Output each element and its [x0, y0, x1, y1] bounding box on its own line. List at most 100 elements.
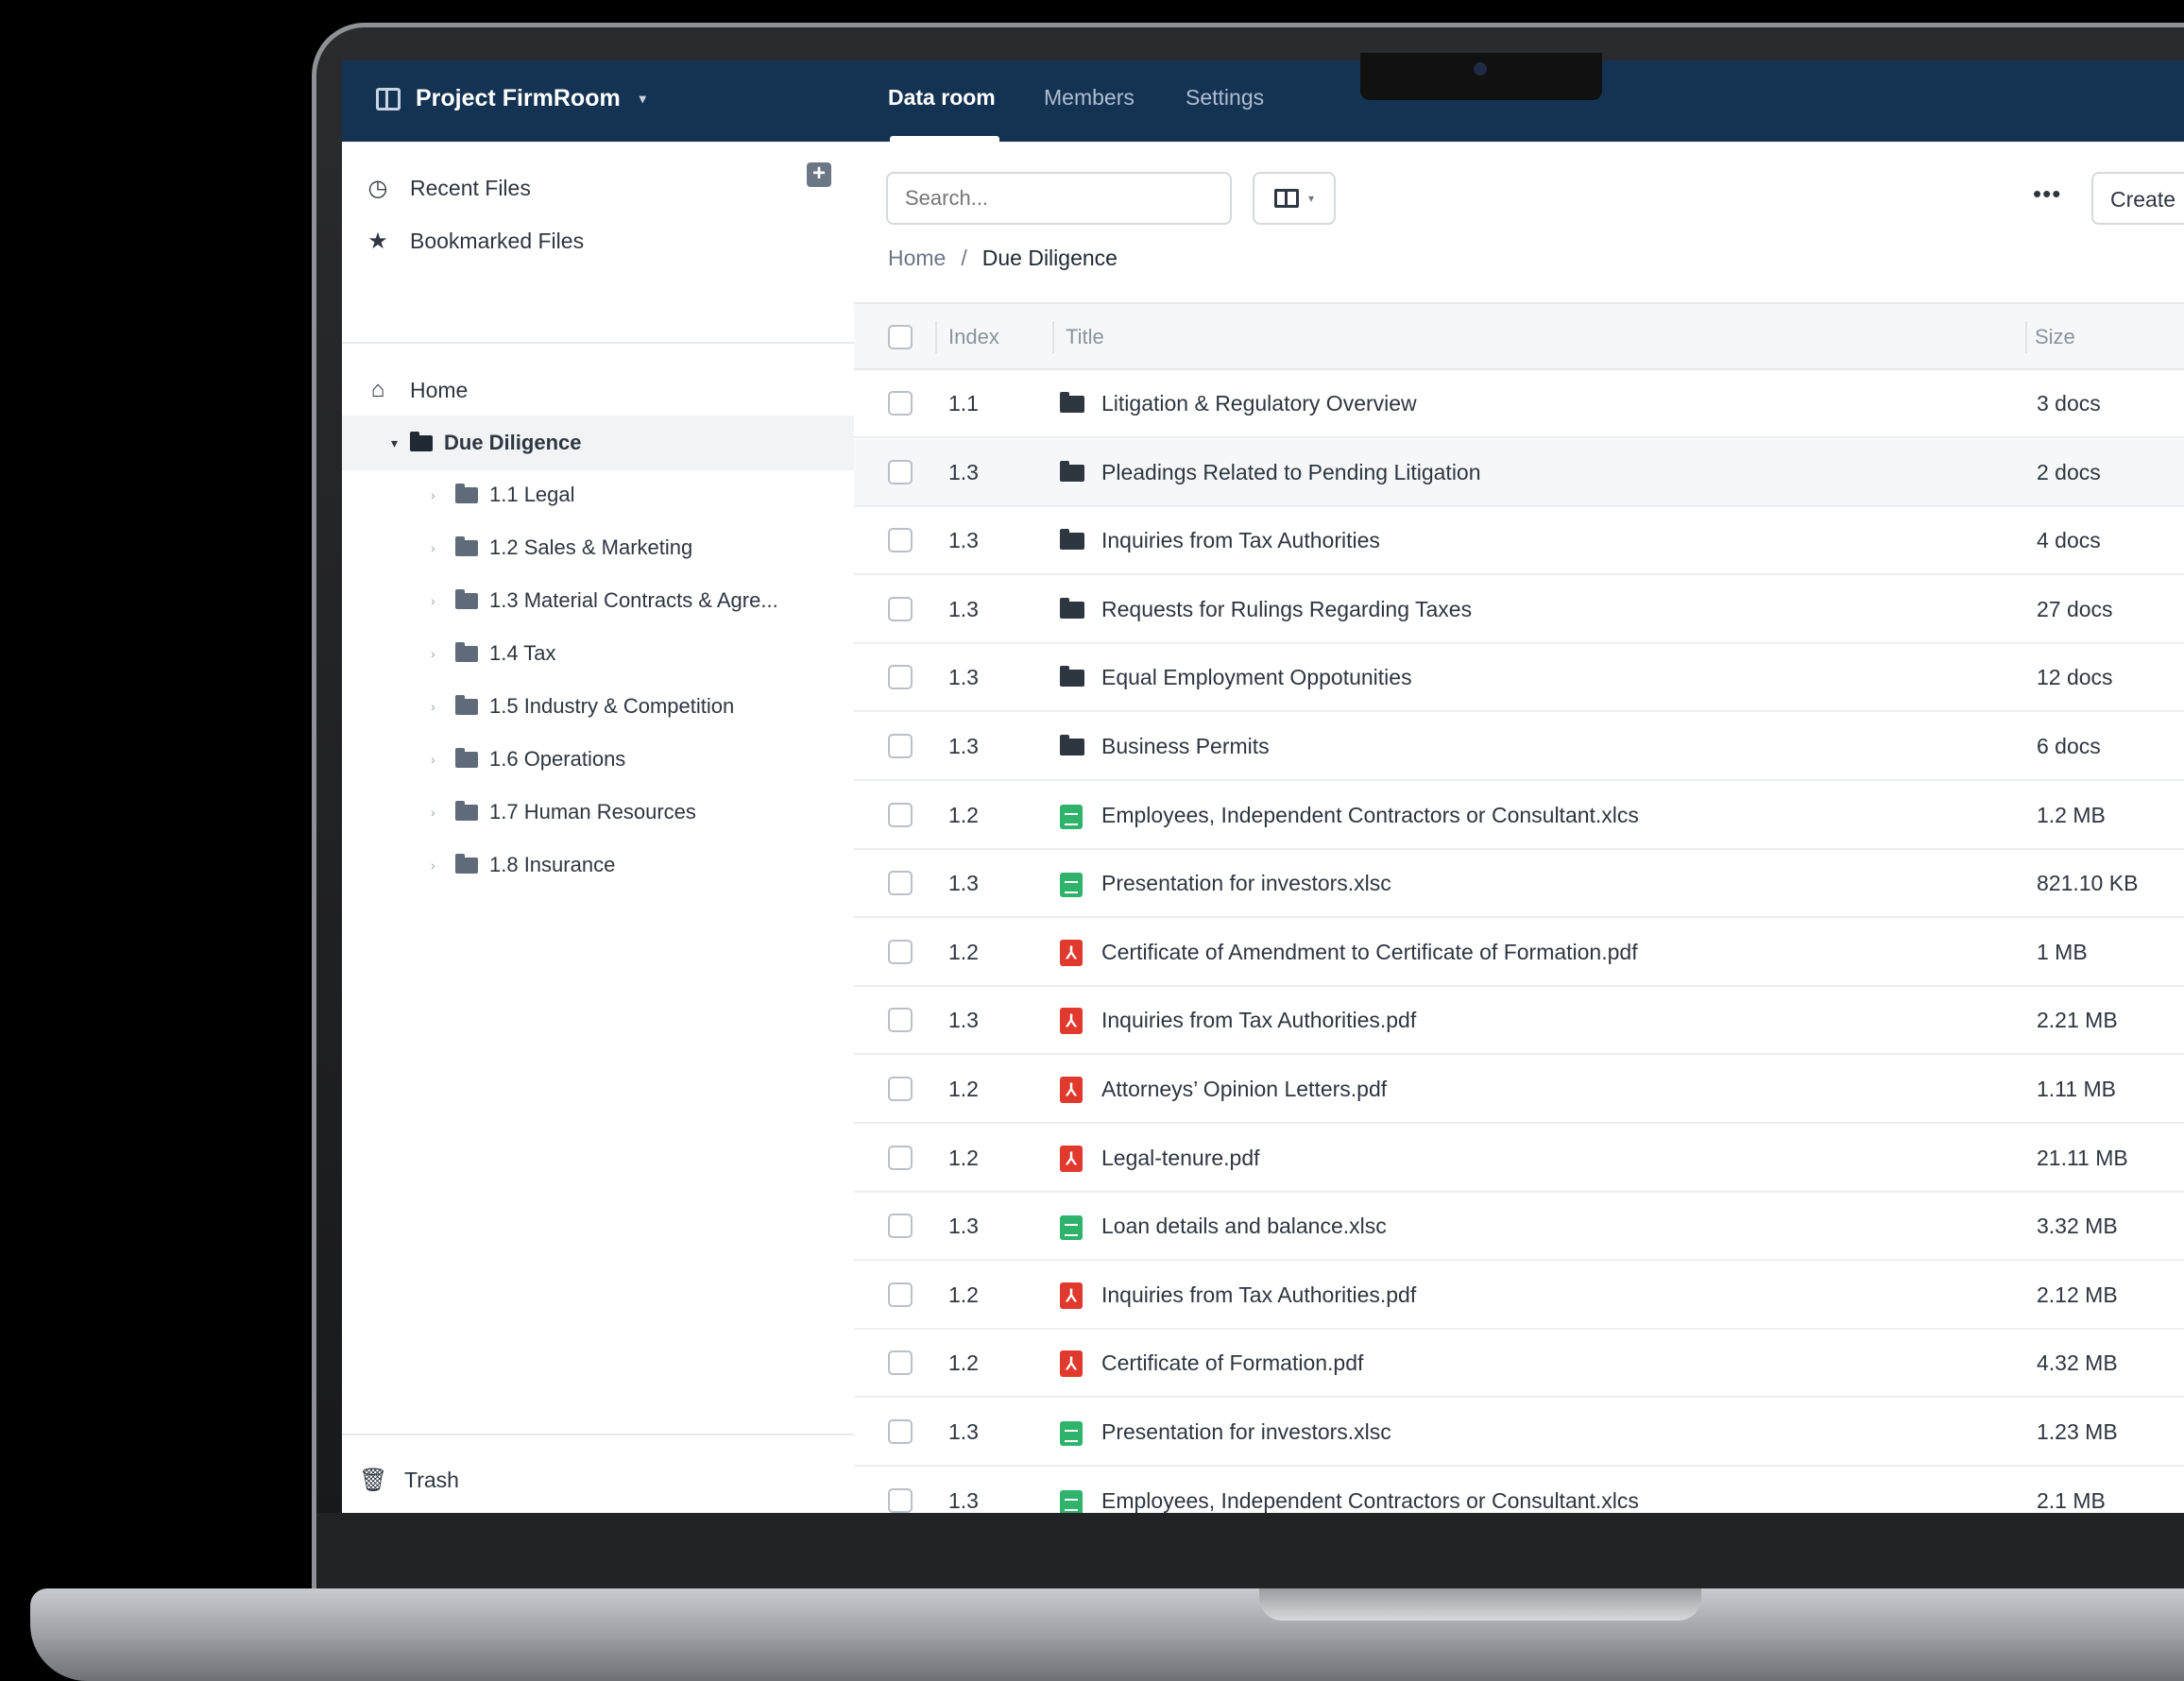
tree-item[interactable]: › 1.8 Insurance	[342, 840, 854, 890]
table-row[interactable]: 1.3 Presentation for investors.xlsc 821.10…	[854, 850, 2184, 919]
chevron-right-icon[interactable]: ›	[431, 593, 444, 608]
row-title[interactable]: Attorneys’ Opinion Letters.pdf	[1101, 1077, 1387, 1102]
trash-icon: 🗑	[359, 1467, 388, 1493]
tree-item[interactable]: › 1.7 Human Resources	[342, 788, 854, 837]
row-checkbox[interactable]	[888, 1350, 913, 1376]
table-row[interactable]: 1.1 Litigation & Regulatory Overview 3 doc…	[854, 370, 2184, 438]
chevron-right-icon[interactable]: ›	[431, 857, 444, 873]
row-checkbox[interactable]	[888, 871, 913, 896]
row-title[interactable]: Inquiries from Tax Authorities.pdf	[1101, 1282, 1416, 1308]
add-icon[interactable]: +	[807, 162, 831, 187]
sidebar-item-recent-files[interactable]: ◷ Recent Files	[342, 162, 854, 213]
row-checkbox[interactable]	[888, 1419, 913, 1444]
row-checkbox[interactable]	[888, 802, 913, 827]
folder-icon	[455, 694, 478, 715]
row-title[interactable]: Pleadings Related to Pending Litigation	[1101, 460, 1481, 485]
table-row[interactable]: 1.3 Loan details and balance.xlsc 3.32 MB	[854, 1193, 2184, 1262]
chevron-right-icon[interactable]: ›	[431, 487, 444, 502]
row-checkbox[interactable]	[888, 391, 913, 416]
tree-item-due-diligence[interactable]: ▾ Due Diligence	[342, 416, 854, 470]
chevron-right-icon[interactable]: ›	[431, 699, 444, 714]
row-size: 6 docs	[2037, 734, 2101, 758]
table-row[interactable]: 1.3 Employees, Independent Contractors or…	[854, 1468, 2184, 1513]
spreadsheet-icon	[1060, 804, 1083, 829]
table-row[interactable]: 1.2 ⅄ Legal-tenure.pdf 21.11 MB	[854, 1125, 2184, 1193]
row-title[interactable]: Loan details and balance.xlsc	[1101, 1214, 1387, 1239]
row-checkbox[interactable]	[888, 1077, 913, 1101]
row-checkbox[interactable]	[888, 459, 913, 484]
table-row[interactable]: 1.3 Inquiries from Tax Authorities 4 docs	[854, 507, 2184, 576]
tab-members[interactable]: Members	[1044, 85, 1135, 110]
chevron-right-icon[interactable]: ›	[431, 805, 444, 820]
row-title[interactable]: Business Permits	[1101, 734, 1270, 759]
sidebar-item-home[interactable]: ⌂ Home	[342, 365, 854, 416]
tree-item[interactable]: › 1.5 Industry & Competition	[342, 682, 854, 731]
table-row[interactable]: 1.3 Equal Employment Oppotunities 12 docs	[854, 644, 2184, 713]
tree-item[interactable]: › 1.6 Operations	[342, 735, 854, 784]
column-divider	[2025, 321, 2027, 353]
tab-data-room[interactable]: Data room	[888, 85, 996, 110]
column-header-index[interactable]: Index	[948, 325, 999, 349]
table-row[interactable]: 1.2 Employees, Independent Contractors or…	[854, 782, 2184, 850]
row-checkbox[interactable]	[888, 1145, 913, 1170]
tree-item[interactable]: › 1.3 Material Contracts & Agre...	[342, 576, 854, 625]
column-header-title[interactable]: Title	[1066, 325, 1104, 349]
pdf-icon: ⅄	[1060, 1350, 1083, 1378]
table-row[interactable]: 1.3 Pleadings Related to Pending Litigati…	[854, 438, 2184, 507]
table-row[interactable]: 1.2 ⅄ Certificate of Amendment to Certific…	[854, 919, 2184, 987]
row-checkbox[interactable]	[888, 1214, 913, 1239]
chevron-right-icon[interactable]: ›	[431, 646, 444, 661]
row-checkbox[interactable]	[888, 1282, 913, 1307]
select-all-checkbox[interactable]	[888, 325, 913, 349]
row-title[interactable]: Equal Employment Oppotunities	[1101, 665, 1412, 690]
sidebar-toggle-icon[interactable]	[376, 87, 401, 110]
row-title[interactable]: Presentation for investors.xlsc	[1101, 1419, 1391, 1445]
tree-item[interactable]: › 1.2 Sales & Marketing	[342, 523, 854, 572]
tree-item[interactable]: › 1.1 Legal	[342, 470, 854, 519]
table-row[interactable]: 1.2 ⅄ Attorneys’ Opinion Letters.pdf 1.11 M…	[854, 1056, 2184, 1124]
sidebar-item-trash[interactable]: 🗑 Trash	[342, 1454, 854, 1505]
chevron-down-icon: ▾	[639, 91, 646, 106]
row-index: 1.2	[948, 1350, 979, 1376]
row-checkbox[interactable]	[888, 939, 913, 964]
row-title[interactable]: Employees, Independent Contractors or Co…	[1101, 803, 1639, 828]
row-checkbox[interactable]	[888, 1008, 913, 1033]
table-row[interactable]: 1.3 Business Permits 6 docs	[854, 713, 2184, 781]
row-title[interactable]: Employees, Independent Contractors or Co…	[1101, 1488, 1639, 1513]
view-toggle-button[interactable]: ▾	[1253, 172, 1336, 225]
chevron-right-icon[interactable]: ›	[431, 540, 444, 555]
sidebar-item-bookmarked-files[interactable]: ★ Bookmarked Files	[342, 215, 854, 266]
create-button[interactable]: Create	[2091, 172, 2184, 225]
row-checkbox[interactable]	[888, 665, 913, 690]
more-options-icon[interactable]: •••	[2033, 179, 2061, 209]
search-input[interactable]	[886, 172, 1232, 225]
row-checkbox[interactable]	[888, 734, 913, 758]
table-row[interactable]: 1.3 Presentation for investors.xlsc 1.23 M…	[854, 1399, 2184, 1467]
row-title[interactable]: Certificate of Formation.pdf	[1101, 1350, 1363, 1376]
project-switcher[interactable]: Project FirmRoom ▾	[376, 85, 646, 112]
row-title[interactable]: Certificate of Amendment to Certificate …	[1101, 940, 1638, 965]
table-row[interactable]: 1.2 ⅄ Certificate of Formation.pdf 4.32 MB	[854, 1330, 2184, 1399]
row-size: 1 MB	[2037, 939, 2088, 964]
table-row[interactable]: 1.3 Requests for Rulings Regarding Taxes 2…	[854, 576, 2184, 644]
row-title[interactable]: Requests for Rulings Regarding Taxes	[1101, 597, 1472, 622]
row-title[interactable]: Presentation for investors.xlsc	[1101, 871, 1391, 896]
row-checkbox[interactable]	[888, 1487, 913, 1513]
column-header-size[interactable]: Size	[2035, 325, 2075, 349]
row-title[interactable]: Litigation & Regulatory Overview	[1101, 391, 1417, 416]
row-checkbox[interactable]	[888, 528, 913, 553]
chevron-right-icon[interactable]: ›	[431, 752, 444, 767]
tree-item-label: 1.8 Insurance	[489, 853, 616, 876]
tab-settings[interactable]: Settings	[1186, 85, 1264, 110]
row-index: 1.2	[948, 802, 979, 827]
table-row[interactable]: 1.3 ⅄ Inquiries from Tax Authorities.pdf 2.…	[854, 987, 2184, 1056]
caret-down-icon[interactable]: ▾	[391, 435, 404, 451]
row-checkbox[interactable]	[888, 596, 913, 621]
tree-item[interactable]: › 1.4 Tax	[342, 629, 854, 678]
table-row[interactable]: 1.2 ⅄ Inquiries from Tax Authorities.pdf 2.…	[854, 1262, 2184, 1330]
row-title[interactable]: Legal-tenure.pdf	[1101, 1146, 1260, 1171]
row-size: 21.11 MB	[2037, 1145, 2128, 1170]
row-title[interactable]: Inquiries from Tax Authorities	[1101, 528, 1380, 553]
breadcrumb-home[interactable]: Home	[888, 246, 946, 271]
row-title[interactable]: Inquiries from Tax Authorities.pdf	[1101, 1008, 1416, 1033]
